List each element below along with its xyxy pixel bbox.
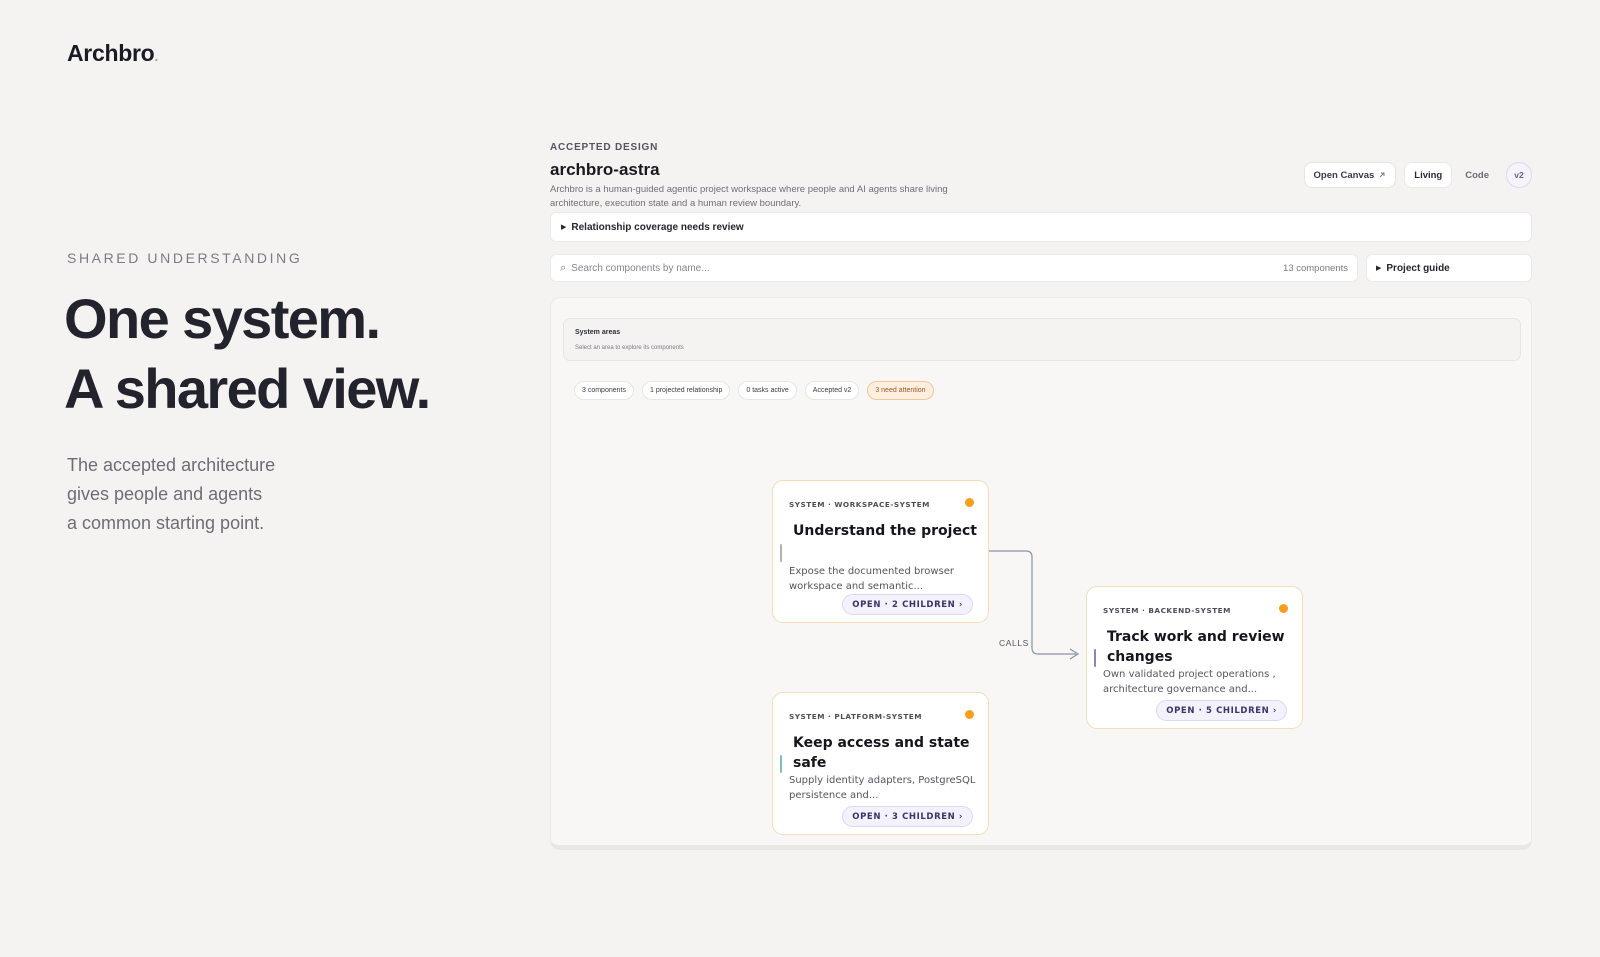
disclosure-triangle-icon: ▶ bbox=[561, 224, 567, 231]
project-title: archbro-astra bbox=[550, 160, 660, 179]
edge-label-calls: CALLS bbox=[999, 638, 1029, 648]
hero-section: SHARED UNDERSTANDING One system. A share… bbox=[64, 250, 507, 538]
node-accent-bar bbox=[1094, 649, 1096, 667]
top-actions: Open Canvas Living Code v2 bbox=[1303, 162, 1532, 188]
component-count: 13 components bbox=[1283, 262, 1348, 274]
open-canvas-button[interactable]: Open Canvas bbox=[1303, 162, 1397, 188]
disclosure-triangle-icon: ▶ bbox=[1376, 265, 1382, 272]
coverage-disclosure[interactable]: ▶ Relationship coverage needs review bbox=[550, 212, 1532, 242]
project-guide-label: Project guide bbox=[1386, 262, 1450, 274]
node-description: Expose the documented browser workspace … bbox=[789, 566, 954, 592]
node-accent-bar bbox=[780, 544, 782, 562]
brand-logo[interactable]: Archbro. bbox=[67, 40, 158, 67]
node-description: Own validated project operations , archi… bbox=[1103, 669, 1276, 695]
search-icon: ⌕ bbox=[560, 261, 567, 274]
headline-line-1: One system. bbox=[64, 287, 381, 350]
app-preview: ACCEPTED DESIGN archbro-astra Archbro is… bbox=[550, 140, 1532, 850]
search-input[interactable] bbox=[571, 262, 1279, 274]
node-kicker: SYSTEM · WORKSPACE-SYSTEM bbox=[789, 500, 930, 509]
project-guide-button[interactable]: ▶ Project guide bbox=[1366, 254, 1532, 282]
open-children-button[interactable]: OPEN · 2 CHILDREN › bbox=[842, 594, 973, 615]
hero-eyebrow: SHARED UNDERSTANDING bbox=[67, 250, 303, 266]
node-title: Keep access and state safe bbox=[793, 735, 970, 771]
node-accent-bar bbox=[780, 755, 782, 773]
attention-status-dot bbox=[965, 710, 974, 719]
view-mode-toggle: Living Code bbox=[1404, 162, 1498, 188]
node-workspace-system[interactable]: SYSTEM · WORKSPACE-SYSTEM Understand the… bbox=[772, 480, 989, 623]
attention-status-dot bbox=[965, 498, 974, 507]
brand-dot: . bbox=[154, 48, 158, 64]
subtext-line-2: gives people and agents bbox=[67, 484, 263, 504]
node-title: Understand the project bbox=[793, 523, 977, 539]
node-backend-system[interactable]: SYSTEM · BACKEND-SYSTEM Track work and r… bbox=[1086, 586, 1303, 729]
node-platform-system[interactable]: SYSTEM · PLATFORM-SYSTEM Keep access and… bbox=[772, 692, 989, 835]
open-children-button[interactable]: OPEN · 3 CHILDREN › bbox=[842, 806, 973, 827]
coverage-label: Relationship coverage needs review bbox=[571, 221, 744, 233]
version-badge[interactable]: v2 bbox=[1506, 162, 1532, 188]
subtext-line-3: a common starting point. bbox=[67, 513, 265, 533]
hero-headline: One system. A shared view. bbox=[64, 284, 507, 424]
living-tab[interactable]: Living bbox=[1404, 162, 1453, 188]
architecture-canvas[interactable]: System areas Select an area to explore i… bbox=[550, 297, 1532, 850]
node-description: Supply identity adapters, PostgreSQL per… bbox=[789, 775, 976, 801]
external-link-icon bbox=[1379, 172, 1385, 178]
node-kicker: SYSTEM · BACKEND-SYSTEM bbox=[1103, 606, 1231, 615]
component-search: ⌕ 13 components bbox=[550, 254, 1358, 282]
attention-status-dot bbox=[1279, 604, 1288, 613]
node-title: Track work and review changes bbox=[1107, 629, 1285, 665]
open-children-button[interactable]: OPEN · 5 CHILDREN › bbox=[1156, 700, 1287, 721]
code-tab[interactable]: Code bbox=[1456, 162, 1498, 188]
relationship-edges bbox=[987, 550, 1080, 660]
headline-line-2: A shared view. bbox=[64, 357, 431, 420]
open-canvas-label: Open Canvas bbox=[1313, 169, 1375, 181]
accepted-design-kicker: ACCEPTED DESIGN bbox=[550, 142, 659, 153]
hero-subtext: The accepted architecture gives people a… bbox=[67, 451, 307, 538]
node-kicker: SYSTEM · PLATFORM-SYSTEM bbox=[789, 712, 923, 721]
project-description: Archbro is a human-guided agentic projec… bbox=[550, 184, 948, 209]
subtext-line-1: The accepted architecture bbox=[67, 455, 276, 475]
